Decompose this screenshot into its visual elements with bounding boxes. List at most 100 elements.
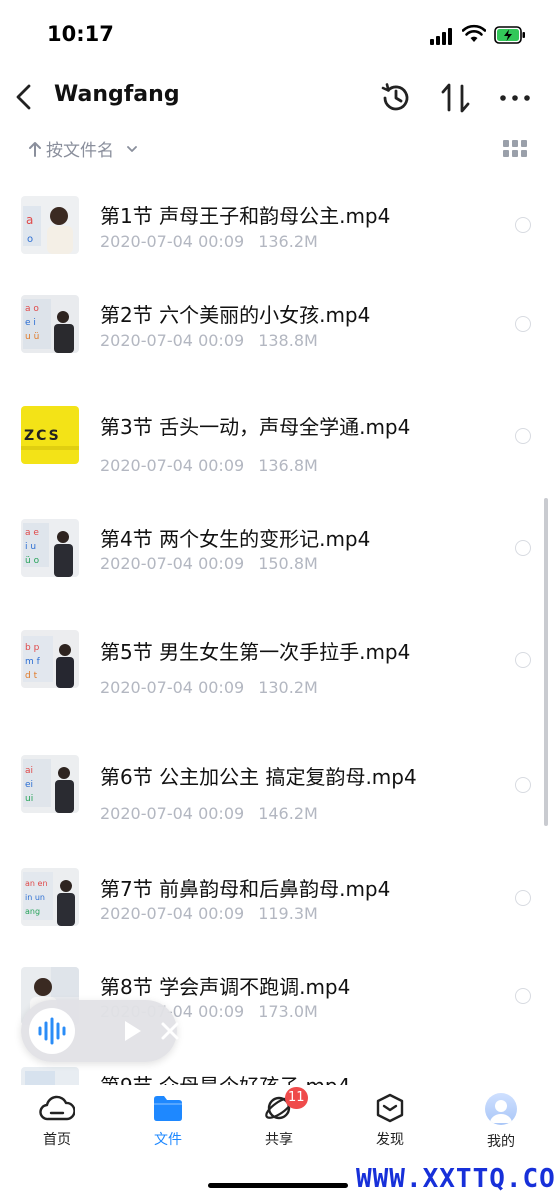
page-title: Wangfang [54,82,180,107]
battery-charging-icon [494,26,525,44]
select-radio[interactable] [515,540,531,556]
file-name: 第8节 学会声调不跑调.mp4 [100,975,351,999]
sort-arrows-icon[interactable] [436,80,476,116]
svg-text:ü o: ü o [25,556,40,566]
file-meta: 2020-07-04 00:09 136.2M [100,232,318,251]
select-radio[interactable] [515,652,531,668]
svg-text:ei: ei [25,780,33,790]
svg-text:d t: d t [25,671,38,681]
file-name: 第5节 男生女生第一次手拉手.mp4 [100,640,411,664]
video-thumbnail: ZCS [21,406,79,464]
file-date: 2020-07-04 00:09 [100,456,245,475]
file-meta: 2020-07-04 00:09 150.8M [100,554,318,573]
file-date: 2020-07-04 00:09 [100,804,245,823]
file-size: 150.8M [258,554,318,573]
svg-text:a o: a o [25,304,39,314]
play-icon[interactable] [119,1018,145,1044]
wifi-icon [462,24,486,42]
file-name: 第7节 前鼻韵母和后鼻韵母.mp4 [100,877,391,901]
svg-text:b p: b p [25,643,40,653]
file-date: 2020-07-04 00:09 [100,554,245,573]
file-list-item[interactable]: ai ei ui 第6节 公主加公主 搞定复韵母.mp4 2020-07-04 … [0,745,555,845]
file-name: 第6节 公主加公主 搞定复韵母.mp4 [100,765,417,789]
sort-by-name-button[interactable]: 按文件名 [28,136,140,161]
audio-wave-icon[interactable] [29,1008,75,1054]
discover-box-icon [376,1093,404,1123]
svg-text:in un: in un [25,893,45,902]
video-thumbnail: a e i u ü o [21,519,79,577]
chevron-down-icon [127,145,137,152]
history-icon[interactable] [378,80,414,116]
file-list-item[interactable]: a o 第1节 声母王子和韵母公主.mp4 2020-07-04 00:09 13… [0,185,555,275]
file-list-item[interactable]: an en in un ang 第7节 前鼻韵母和后鼻韵母.mp4 2020-0… [0,860,555,950]
home-indicator [208,1183,348,1188]
file-list-item[interactable]: b p m f d t 第5节 男生女生第一次手拉手.mp4 2020-07-0… [0,620,555,720]
tab-label: 首页 [43,1132,71,1148]
select-radio[interactable] [515,316,531,332]
cloud-icon [39,1095,75,1121]
file-size: 173.0M [258,1002,318,1021]
status-bar: 10:17 [0,0,555,70]
file-meta: 2020-07-04 00:09 119.3M [100,904,318,923]
video-thumbnail: a o e i u ü [21,295,79,353]
tab-share[interactable]: 11 共享 [239,1087,319,1153]
tab-label: 文件 [154,1132,182,1148]
cellular-signal-icon [430,27,456,45]
svg-text:a e: a e [25,528,39,538]
file-name: 第1节 声母王子和韵母公主.mp4 [100,204,391,228]
tab-label: 共享 [265,1132,293,1148]
select-radio[interactable] [515,988,531,1004]
more-options-icon[interactable] [496,80,534,116]
mini-audio-player[interactable] [21,1000,179,1062]
sort-toolbar: 按文件名 [0,128,555,168]
notification-badge: 11 [285,1087,308,1109]
svg-text:e i: e i [25,318,36,328]
file-date: 2020-07-04 00:09 [100,678,245,697]
file-list-item[interactable]: a o e i u ü 第2节 六个美丽的小女孩.mp4 2020-07-04 … [0,285,555,375]
file-meta: 2020-07-04 00:09 146.2M [100,804,318,823]
file-size: 130.2M [258,678,318,697]
video-thumbnail: a o [21,196,79,254]
file-meta: 2020-07-04 00:09 136.8M [100,456,318,475]
file-size: 136.8M [258,456,318,475]
svg-text:i u: i u [25,542,36,552]
video-thumbnail: an en in un ang [21,868,79,926]
grid-view-icon[interactable] [503,140,527,158]
video-thumbnail: ai ei ui [21,755,79,813]
select-radio[interactable] [515,777,531,793]
file-size: 146.2M [258,804,318,823]
tab-mine[interactable]: 我的 [461,1093,541,1153]
status-time: 10:17 [47,22,114,46]
thumbnail-text: ZCS [24,428,61,444]
file-meta: 2020-07-04 00:09 138.8M [100,331,318,350]
file-meta: 2020-07-04 00:09 130.2M [100,678,318,697]
tab-home[interactable]: 首页 [17,1093,97,1153]
tab-files[interactable]: 文件 [128,1093,208,1153]
svg-text:an en: an en [25,879,48,888]
back-arrow-icon[interactable] [10,80,40,114]
svg-text:ang: ang [25,907,40,916]
scrollbar[interactable] [544,498,548,826]
file-size: 119.3M [258,904,318,923]
select-radio[interactable] [515,890,531,906]
video-thumbnail: b p m f d t [21,630,79,688]
avatar-icon [485,1093,517,1125]
tab-label: 发现 [376,1132,404,1148]
select-radio[interactable] [515,428,531,444]
svg-text:ui: ui [25,794,33,804]
svg-text:a: a [26,213,33,227]
file-size: 138.8M [258,331,318,350]
sort-label: 按文件名 [46,141,114,161]
tab-label: 我的 [487,1134,515,1150]
select-radio[interactable] [515,217,531,233]
file-date: 2020-07-04 00:09 [100,232,245,251]
file-name: 第2节 六个美丽的小女孩.mp4 [100,303,371,327]
folder-icon [154,1096,182,1121]
svg-text:ai: ai [25,766,33,776]
file-list-item[interactable]: a e i u ü o 第4节 两个女生的变形记.mp4 2020-07-04 … [0,510,555,605]
file-list-item[interactable]: ZCS 第3节 舌头一动，声母全学通.mp4 2020-07-04 00:09 1… [0,395,555,495]
file-name: 第4节 两个女生的变形记.mp4 [100,527,371,551]
close-icon[interactable] [159,1020,181,1042]
file-date: 2020-07-04 00:09 [100,331,245,350]
tab-discover[interactable]: 发现 [350,1093,430,1153]
